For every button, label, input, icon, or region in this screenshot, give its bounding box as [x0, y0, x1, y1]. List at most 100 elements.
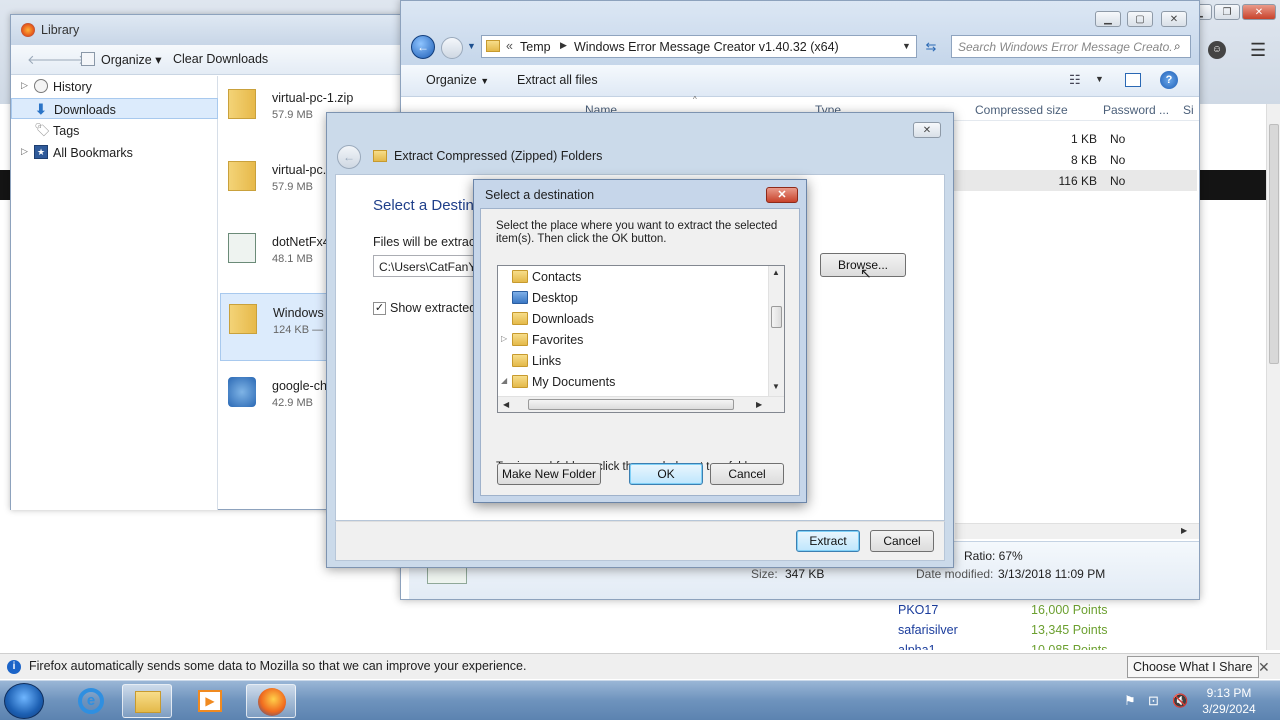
search-input[interactable]: Search Windows Error Message Creato... ⌕ — [951, 35, 1191, 58]
column-header-password[interactable]: Password ... — [1103, 103, 1169, 117]
tree-item-downloads[interactable]: Downloads — [498, 308, 768, 329]
taskbar-firefox[interactable] — [246, 684, 296, 718]
column-header-size[interactable]: Si — [1183, 103, 1197, 117]
notification-close-icon[interactable]: ✕ — [1258, 659, 1270, 676]
download-filename: Windows I — [273, 306, 331, 320]
explorer-minimize-button[interactable]: ▁ — [1095, 11, 1121, 27]
ok-button[interactable]: OK — [629, 463, 703, 485]
sidebar-item-all-bookmarks[interactable]: ▷ ★ All Bookmarks — [11, 142, 218, 163]
leaderboard-name[interactable]: alpha1 — [898, 643, 936, 650]
column-header-compressed-size[interactable]: Compressed size — [975, 103, 1068, 117]
bookmarks-star-icon: ★ — [34, 145, 48, 159]
tree-item-label: Desktop — [532, 291, 578, 305]
horizontal-scrollbar[interactable]: ▶ — [955, 523, 1199, 539]
explorer-maximize-button[interactable]: ▢ — [1127, 11, 1153, 27]
extract-all-files-button[interactable]: Extract all files — [517, 73, 598, 87]
sidebar-item-tags[interactable]: 🏷 Tags — [11, 120, 218, 141]
destination-path-input[interactable]: C:\Users\CatFanY — [373, 255, 477, 277]
leaderboard-name[interactable]: safarisilver — [898, 623, 958, 637]
taskbar-windows-explorer[interactable] — [122, 684, 172, 718]
dialog-body: Select the place where you want to extra… — [480, 208, 800, 496]
download-filename: dotNetFx4 — [272, 235, 330, 249]
breadcrumb-folder[interactable]: Windows Error Message Creator v1.40.32 (… — [574, 40, 839, 54]
scroll-right-icon[interactable]: ▶ — [1181, 526, 1187, 535]
download-size: 124 KB — r — [273, 324, 330, 336]
start-button[interactable] — [4, 683, 44, 719]
wizard-close-button[interactable]: ✕ — [913, 122, 941, 138]
volume-muted-icon[interactable]: 🔇 — [1172, 693, 1188, 709]
recent-pages-dropdown-icon[interactable]: ▼ — [467, 41, 476, 51]
sidebar-item-history[interactable]: ▷ History — [11, 76, 218, 97]
library-sidebar: ▷ History ⬇ Downloads 🏷 Tags ▷ ★ All Boo… — [11, 76, 218, 510]
extract-button[interactable]: Extract — [796, 530, 860, 552]
view-dropdown-icon[interactable]: ▼ — [1095, 74, 1104, 84]
library-organize-button[interactable]: Organize ▾ — [101, 52, 161, 67]
refresh-icon[interactable]: ⇆ — [921, 37, 941, 57]
explorer-organize-button[interactable]: Organize ▼ — [426, 73, 489, 87]
firefox-close-button[interactable]: ✕ — [1242, 4, 1276, 20]
breadcrumb-separator-icon[interactable]: ▶ — [560, 40, 567, 51]
tree-item-desktop[interactable]: Desktop — [498, 287, 768, 308]
firefox-restore-button[interactable]: ❐ — [1214, 4, 1240, 20]
sidebar-item-downloads[interactable]: ⬇ Downloads — [11, 98, 218, 119]
tree-item-label: Downloads — [532, 312, 594, 326]
page-scrollbar[interactable] — [1266, 104, 1280, 650]
dialog-close-button[interactable]: ✕ — [766, 187, 798, 203]
links-folder-icon — [512, 354, 528, 367]
sort-indicator-icon: ^ — [693, 95, 697, 104]
chat-icon[interactable]: ☺ — [1208, 41, 1226, 59]
taskbar-clock[interactable]: 9:13 PM 3/29/2024 — [1198, 685, 1260, 717]
make-new-folder-button[interactable]: Make New Folder — [497, 463, 601, 485]
internet-explorer-icon: e — [78, 688, 104, 714]
installer-icon — [228, 233, 256, 263]
tree-item-favorites[interactable]: ▷ Favorites — [498, 329, 768, 350]
expand-icon[interactable]: ▷ — [501, 334, 507, 343]
tree-horizontal-scrollbar[interactable]: ◀ ▶ — [498, 396, 784, 412]
explorer-titlebar[interactable]: ▁ ▢ ✕ ← ▼ « Temp ▶ Windows Error Message… — [401, 1, 1199, 65]
expand-icon[interactable]: ▷ — [21, 80, 28, 91]
clear-downloads-button[interactable]: Clear Downloads — [173, 52, 268, 66]
collapse-icon[interactable]: ◢ — [501, 376, 507, 385]
explorer-close-button[interactable]: ✕ — [1161, 11, 1187, 27]
help-icon[interactable]: ? — [1160, 71, 1178, 89]
library-toolbar: 🡐 🡒 Organize ▾ Clear Downloads — [11, 45, 401, 75]
sidebar-item-label: History — [53, 80, 92, 94]
zip-folder-icon — [229, 304, 257, 334]
tree-item-links[interactable]: Links — [498, 350, 768, 371]
download-arrow-icon: ⬇ — [35, 101, 47, 117]
show-extracted-checkbox[interactable]: ✓ — [373, 302, 386, 315]
wizard-back-icon[interactable]: ← — [337, 145, 361, 169]
back-button-icon[interactable]: ← — [411, 35, 435, 59]
breadcrumb-overflow-icon[interactable]: « — [506, 39, 513, 53]
leaderboard-name[interactable]: PKO17 — [898, 603, 938, 617]
address-dropdown-icon[interactable]: ▼ — [902, 41, 911, 51]
scroll-down-icon[interactable]: ▼ — [772, 382, 780, 391]
scroll-right-icon[interactable]: ▶ — [756, 400, 762, 409]
size-value: 347 KB — [785, 567, 825, 581]
tree-item-contacts[interactable]: Contacts — [498, 266, 768, 287]
clock-time: 9:13 PM — [1206, 686, 1252, 700]
hamburger-menu-icon[interactable]: ☰ — [1250, 40, 1266, 61]
scroll-thumb[interactable] — [528, 399, 734, 410]
tree-item-my-documents[interactable]: ◢ My Documents — [498, 371, 768, 392]
expand-icon[interactable]: ▷ — [21, 146, 28, 157]
choose-what-i-share-button[interactable]: Choose What I Share — [1127, 656, 1259, 678]
scroll-up-icon[interactable]: ▲ — [772, 268, 780, 277]
network-icon[interactable]: ⊡ — [1148, 693, 1159, 709]
preview-pane-icon[interactable] — [1125, 73, 1141, 87]
library-titlebar[interactable]: Library — [11, 15, 401, 45]
scroll-thumb[interactable] — [771, 306, 782, 328]
breadcrumb-temp[interactable]: Temp — [520, 40, 551, 54]
taskbar-internet-explorer[interactable]: e — [66, 684, 116, 718]
scroll-left-icon[interactable]: ◀ — [503, 400, 509, 409]
search-icon[interactable]: ⌕ — [1174, 39, 1181, 54]
forward-button-icon[interactable] — [441, 37, 463, 59]
folder-tree[interactable]: Contacts Desktop Downloads ▷ Favorites L… — [497, 265, 785, 413]
action-center-flag-icon[interactable]: ⚑ — [1124, 693, 1136, 709]
wizard-cancel-button[interactable]: Cancel — [870, 530, 934, 552]
taskbar-media-player[interactable]: ▶ — [184, 684, 234, 718]
view-options-icon[interactable]: ☷ — [1069, 72, 1081, 88]
tree-vertical-scrollbar[interactable]: ▲ ▼ — [768, 266, 784, 396]
address-bar[interactable]: « Temp ▶ Windows Error Message Creator v… — [481, 35, 917, 58]
dialog-cancel-button[interactable]: Cancel — [710, 463, 784, 485]
